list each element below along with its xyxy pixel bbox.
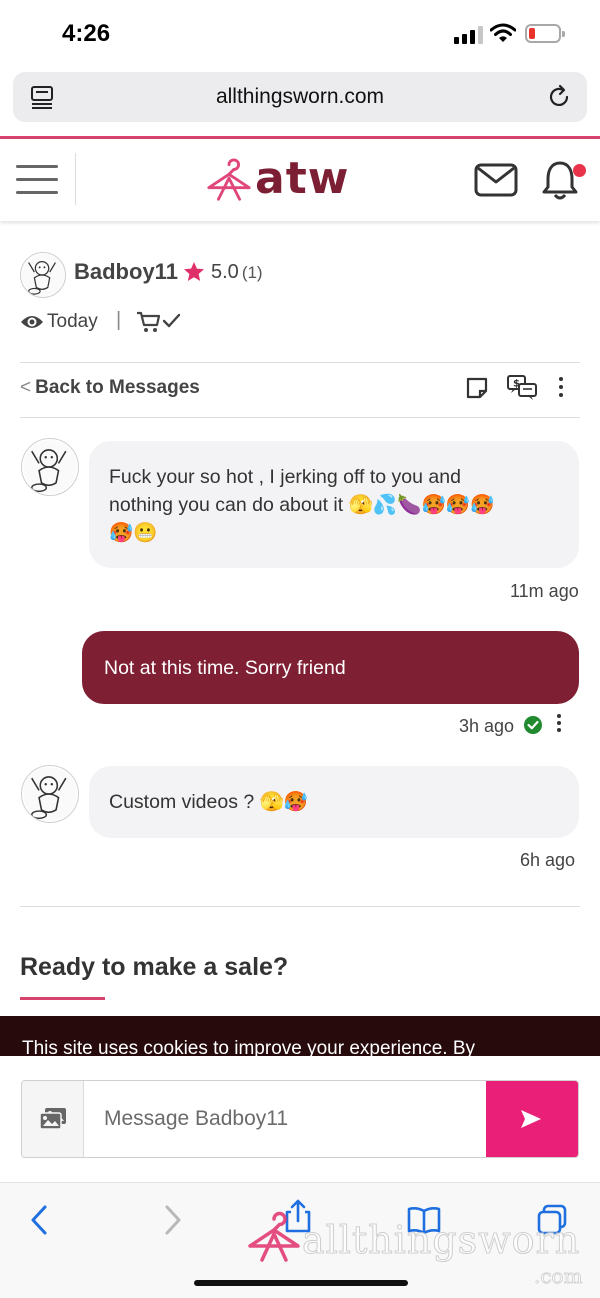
avatar[interactable] [20, 252, 66, 298]
battery-icon [525, 24, 565, 43]
divider [20, 906, 580, 907]
status-bar: 4:26 [0, 0, 600, 66]
rating-value: 5.0 [211, 261, 239, 283]
image-icon [39, 1108, 66, 1130]
back-icon[interactable] [24, 1203, 56, 1237]
message-text: Not at this time. Sorry friend [104, 657, 346, 679]
watermark-text: allthingsworn [301, 1218, 581, 1263]
profile-username[interactable]: Badboy11 [74, 259, 178, 285]
eye-icon [21, 316, 43, 328]
reload-icon[interactable] [547, 84, 573, 110]
message-time: 11m ago [510, 581, 579, 601]
last-seen: Today [47, 311, 98, 332]
home-indicator [194, 1280, 408, 1286]
message-time: 3h ago [459, 716, 515, 736]
heading-underline [20, 997, 105, 1000]
message-line: nothing you can do about it 🫣💦🍆🥵🥵🥵 [109, 494, 495, 516]
rating: 5.0 (1) [211, 261, 263, 284]
logo-hanger-icon [207, 158, 251, 201]
message-time: 6h ago [520, 850, 576, 870]
sale-heading: Ready to make a sale? [20, 953, 289, 981]
note-icon[interactable] [465, 376, 489, 400]
message-line: 🥵😬 [109, 522, 158, 544]
cookie-text: This site uses cookies to improve your e… [22, 1038, 476, 1056]
wifi-icon [490, 23, 516, 42]
forward-icon[interactable] [156, 1203, 188, 1237]
message-line: Fuck your so hot , I jerking off to you … [109, 466, 461, 488]
kebab-icon[interactable] [557, 377, 565, 399]
send-icon [521, 1110, 541, 1128]
sender-avatar[interactable] [21, 765, 79, 823]
chevron-left-icon: < [20, 377, 32, 398]
status-time: 4:26 [62, 20, 111, 47]
site-header: atw [0, 139, 600, 221]
signal-icon [454, 26, 484, 44]
address-bar[interactable]: allthingsworn.com [13, 72, 587, 122]
meta-separator: | [116, 309, 122, 331]
cookie-banner: This site uses cookies to improve your e… [0, 1016, 600, 1056]
mail-icon[interactable] [474, 163, 518, 197]
watermark-suffix: .com [534, 1264, 583, 1289]
message-bubble-incoming: Fuck your so hot , I jerking off to you … [89, 441, 579, 568]
watermark: allthingsworn .com [246, 1210, 596, 1290]
url-text[interactable]: allthingsworn.com [13, 85, 587, 109]
star-icon [184, 262, 204, 281]
header-divider [75, 153, 76, 205]
rating-count: (1) [241, 263, 263, 282]
watermark-hanger-icon [248, 1211, 300, 1262]
message-line: Custom videos ? 🫣🥵 [109, 791, 309, 813]
divider [20, 362, 580, 363]
compose-area [0, 1056, 600, 1182]
attach-image-button[interactable] [22, 1081, 84, 1157]
message-bubble-incoming: Custom videos ? 🫣🥵 [89, 766, 579, 838]
cart-check-icon [137, 311, 181, 332]
message-bubble-outgoing: Not at this time. Sorry friend [82, 631, 579, 704]
divider [20, 417, 580, 418]
site-logo[interactable]: atw [205, 153, 365, 209]
back-to-messages-link[interactable]: < Back to Messages [20, 377, 200, 399]
message-options-icon[interactable] [555, 714, 563, 736]
back-link-label: Back to Messages [35, 377, 200, 398]
notification-dot [573, 164, 586, 177]
hamburger-icon[interactable] [16, 161, 60, 197]
sender-avatar[interactable] [21, 438, 79, 496]
send-button[interactable] [486, 1081, 578, 1157]
message-input[interactable] [84, 1081, 486, 1157]
logo-text: atw [255, 153, 350, 204]
compose-box [21, 1080, 579, 1158]
offer-icon[interactable]: $ [506, 374, 538, 402]
check-circle-icon [524, 716, 542, 734]
